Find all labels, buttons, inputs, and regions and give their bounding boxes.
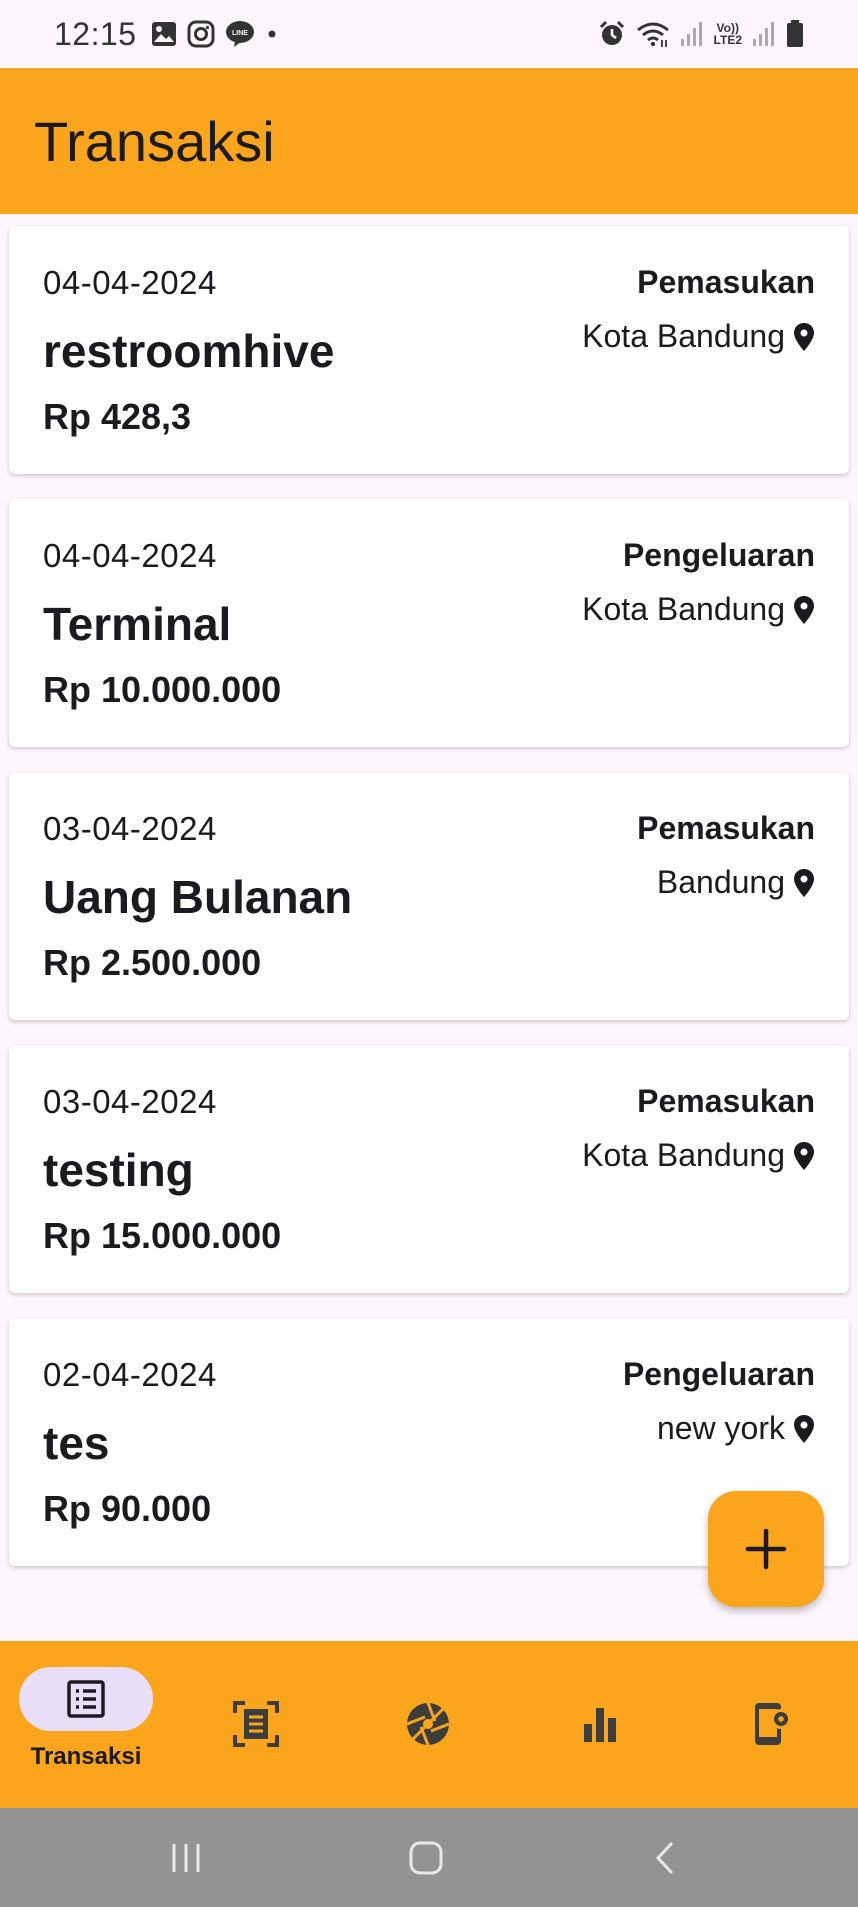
scan-receipt-icon: [233, 1701, 279, 1747]
plus-icon: [745, 1528, 787, 1570]
transaction-type: Pemasukan: [637, 264, 815, 300]
transaction-location: Kota Bandung: [582, 1137, 815, 1174]
add-transaction-button[interactable]: [708, 1491, 824, 1607]
gallery-icon: [151, 21, 177, 47]
transaction-date: 03-04-2024: [43, 810, 217, 847]
transaction-location: Bandung: [657, 864, 815, 901]
transaction-type: Pengeluaran: [622, 1356, 815, 1392]
nav-item-statistics[interactable]: [575, 1641, 625, 1808]
nav-item-camera[interactable]: [403, 1641, 453, 1808]
bottom-navigation: Transaksi: [0, 1641, 858, 1808]
status-time: 12:15: [54, 15, 137, 52]
home-icon: [409, 1841, 443, 1874]
transaction-list: 04-04-2024 restroomhive Rp 428,3 Pemasuk…: [9, 226, 849, 1591]
transaction-card[interactable]: 04-04-2024 restroomhive Rp 428,3 Pemasuk…: [9, 226, 849, 474]
transaction-amount: Rp 90.000: [43, 1488, 212, 1529]
transaction-date: 03-04-2024: [43, 1083, 217, 1120]
transaction-location: Kota Bandung: [582, 591, 815, 628]
location-pin-icon: [794, 1414, 814, 1443]
nav-item-scan-receipt[interactable]: [231, 1641, 281, 1808]
transaction-amount: Rp 15.000.000: [43, 1215, 282, 1256]
volte-lte2-icon: Vo)) LTE2: [713, 21, 742, 47]
back-button[interactable]: [606, 1808, 726, 1907]
location-label: Kota Bandung: [582, 318, 785, 354]
location-pin-icon: [794, 1141, 814, 1170]
bar-chart-icon: [584, 1708, 616, 1742]
transaction-card[interactable]: 03-04-2024 Uang Bulanan Rp 2.500.000 Pem…: [9, 772, 849, 1020]
transaction-location: Kota Bandung: [582, 318, 815, 355]
transaction-amount: Rp 2.500.000: [43, 942, 262, 983]
status-bar: 12:15 LINE Vo)) LTE2: [0, 0, 858, 68]
transaction-title: testing: [43, 1144, 194, 1196]
location-label: Kota Bandung: [582, 1137, 785, 1173]
signal-weak-icon-2: [752, 21, 776, 47]
transaction-title: Terminal: [43, 598, 232, 650]
transaction-card[interactable]: 03-04-2024 testing Rp 15.000.000 Pemasuk…: [9, 1045, 849, 1293]
transaction-title: Uang Bulanan: [43, 871, 353, 923]
transaction-amount: Rp 428,3: [43, 396, 192, 437]
list-icon: [67, 1680, 105, 1718]
transaction-location: new york: [657, 1410, 815, 1447]
transaction-type: Pemasukan: [637, 1083, 815, 1119]
transaction-date: 02-04-2024: [43, 1356, 217, 1393]
system-status-icons: Vo)) LTE2: [598, 20, 804, 48]
wifi-icon: [636, 20, 670, 48]
location-pin-icon: [794, 868, 814, 897]
instagram-icon: [187, 20, 215, 48]
battery-icon: [786, 20, 804, 48]
more-notifications-dot-icon: [265, 27, 279, 41]
transaction-title: tes: [43, 1417, 110, 1469]
camera-aperture-icon: [406, 1702, 450, 1746]
transaction-type: Pengeluaran: [622, 537, 815, 573]
location-label: Bandung: [656, 864, 785, 900]
notification-icons: LINE: [151, 20, 279, 48]
recent-apps-button[interactable]: [126, 1808, 246, 1907]
transaction-date: 04-04-2024: [43, 537, 217, 574]
location-pin-icon: [794, 322, 814, 351]
page-title: Transaksi: [34, 109, 275, 173]
transaction-type: Pemasukan: [637, 810, 815, 846]
alarm-icon: [598, 20, 626, 48]
nav-item-transaksi[interactable]: Transaksi: [19, 1641, 153, 1808]
location-label: new york: [656, 1410, 785, 1446]
line-app-icon: LINE: [225, 20, 255, 48]
nav-active-indicator: [19, 1667, 153, 1731]
recent-apps-icon: [172, 1843, 200, 1872]
transaction-card[interactable]: 04-04-2024 Terminal Rp 10.000.000 Pengel…: [9, 499, 849, 747]
phone-settings-icon: [755, 1703, 791, 1745]
transaction-title: restroomhive: [43, 325, 335, 377]
app-bar: Transaksi: [0, 68, 858, 214]
home-button[interactable]: [366, 1808, 486, 1907]
location-pin-icon: [794, 595, 814, 624]
location-label: Kota Bandung: [582, 591, 785, 627]
nav-label-transaksi: Transaksi: [30, 1743, 142, 1770]
system-navigation-bar: [0, 1808, 858, 1907]
svg-text:LINE: LINE: [232, 30, 248, 37]
transaction-amount: Rp 10.000.000: [43, 669, 282, 710]
transaction-date: 04-04-2024: [43, 264, 217, 301]
back-chevron-icon: [655, 1841, 674, 1874]
signal-weak-icon: [680, 21, 704, 47]
nav-item-settings[interactable]: [747, 1641, 797, 1808]
